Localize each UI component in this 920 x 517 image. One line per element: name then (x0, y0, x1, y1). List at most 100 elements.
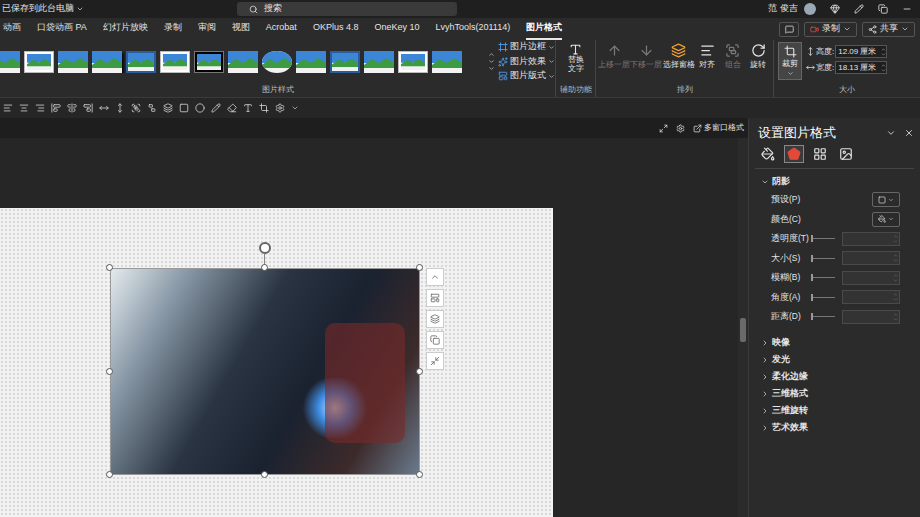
gallery-scroll[interactable] (486, 51, 496, 72)
toolbar-icon[interactable] (147, 103, 157, 113)
customize-icon[interactable] (291, 104, 299, 112)
float-button[interactable] (426, 352, 444, 370)
style-thumbnail[interactable] (160, 51, 190, 73)
slider-thumb[interactable] (811, 255, 813, 262)
style-thumbnail[interactable] (262, 51, 292, 73)
resize-handle[interactable] (106, 368, 113, 375)
ribbon-tab[interactable]: 幻灯片放映 (103, 18, 148, 40)
slider[interactable] (811, 274, 835, 281)
style-button[interactable]: 图片边框 (498, 40, 555, 54)
toolbar-icon[interactable] (211, 103, 221, 113)
search-box[interactable]: 搜索 (237, 2, 457, 16)
scroll-up-icon[interactable] (488, 51, 495, 58)
ribbon-tab[interactable]: 审阅 (198, 18, 216, 40)
style-thumbnail[interactable] (92, 51, 122, 73)
resize-handle[interactable] (416, 471, 423, 478)
crop-button[interactable]: 裁剪 (778, 42, 802, 80)
rotate-handle[interactable] (259, 242, 271, 254)
slide[interactable] (0, 208, 553, 517)
more-icon[interactable] (488, 65, 495, 72)
save-status[interactable]: 已保存到此台电脑 (0, 2, 237, 16)
premium-icon[interactable] (830, 4, 840, 14)
toolbar-icon[interactable] (275, 103, 285, 113)
float-button[interactable] (426, 268, 444, 286)
section-header[interactable]: 三维旋转 (749, 403, 920, 420)
toolbar-icon[interactable] (99, 103, 109, 113)
fit-icon[interactable] (659, 124, 668, 133)
ribbon-tab[interactable]: LvyhTools(201114) (435, 18, 510, 40)
style-thumbnail[interactable] (398, 51, 428, 73)
style-thumbnail[interactable] (194, 51, 224, 73)
toolbar-icon[interactable] (195, 103, 205, 113)
slider[interactable] (811, 313, 835, 320)
toolbar-icon[interactable] (115, 103, 125, 113)
spin-up-icon[interactable] (881, 63, 886, 68)
close-icon[interactable] (904, 128, 914, 138)
arrange-button[interactable]: 对齐 (695, 43, 720, 71)
style-button[interactable]: 图片效果 (498, 55, 555, 69)
panel-options-icon[interactable] (886, 128, 896, 138)
style-thumbnail[interactable] (296, 51, 326, 73)
arrange-button[interactable]: 选择窗格 (663, 43, 695, 71)
section-header[interactable]: 柔化边缘 (749, 369, 920, 386)
ribbon-tab[interactable]: 视图 (232, 18, 250, 40)
float-button[interactable] (426, 289, 444, 307)
style-thumbnail[interactable] (228, 51, 258, 73)
size-input[interactable]: 18.13 厘米 (835, 61, 887, 74)
toolbar-icon[interactable] (51, 103, 61, 113)
slider-thumb[interactable] (811, 235, 813, 242)
scroll-down-icon[interactable] (488, 58, 495, 65)
spin-down-icon[interactable] (881, 68, 886, 73)
arrange-button[interactable]: 下移一层 (630, 43, 662, 71)
size-input[interactable]: 12.09 厘米 (835, 45, 887, 58)
toolbar-icon[interactable] (131, 103, 141, 113)
panel-tab[interactable] (810, 145, 830, 163)
record-button[interactable]: 录制 (804, 22, 857, 37)
style-thumbnail[interactable] (126, 51, 156, 73)
alt-text-button[interactable]: 替换文字 (556, 40, 595, 83)
panel-tab[interactable] (784, 145, 804, 163)
toolbar-icon[interactable] (179, 103, 189, 113)
section-header[interactable]: 发光 (749, 352, 920, 369)
slider[interactable] (811, 255, 835, 262)
spin-up-icon[interactable] (881, 47, 886, 52)
section-header[interactable]: 映像 (749, 335, 920, 352)
ribbon-tab[interactable]: 录制 (164, 18, 182, 40)
comments-button[interactable] (779, 22, 799, 37)
toolbar-icon[interactable] (163, 103, 173, 113)
arrange-button[interactable]: 组合 (720, 43, 745, 71)
toolbar-icon[interactable] (227, 103, 237, 113)
toolbar-icon[interactable] (67, 103, 77, 113)
ribbon-tab[interactable]: OKPlus 4.8 (313, 18, 359, 40)
vertical-scrollbar[interactable] (738, 138, 748, 517)
panel-tab[interactable] (758, 145, 778, 163)
share-button[interactable]: 共享 (862, 22, 915, 37)
slider-thumb[interactable] (811, 313, 813, 320)
float-button[interactable] (426, 331, 444, 349)
ribbon-tab[interactable]: OneKey 10 (374, 18, 419, 40)
color-dropdown[interactable] (872, 212, 900, 227)
multi-window-button[interactable]: 多窗口格式 (693, 122, 744, 134)
slider[interactable] (811, 235, 835, 242)
toolbar-icon[interactable] (19, 103, 29, 113)
spin-down-icon[interactable] (881, 52, 886, 57)
arrange-button[interactable]: 上移一层 (598, 43, 630, 71)
resize-handle[interactable] (106, 471, 113, 478)
toolbar-icon[interactable] (3, 103, 13, 113)
ribbon-tab[interactable]: 图片格式 (526, 18, 562, 40)
slider-thumb[interactable] (811, 294, 813, 301)
slider-thumb[interactable] (811, 274, 813, 281)
ribbon-tab[interactable]: 口袋动画 PA (37, 18, 87, 40)
photo[interactable] (110, 268, 420, 475)
style-thumbnail[interactable] (24, 51, 54, 73)
panel-tab[interactable] (836, 145, 856, 163)
float-button[interactable] (426, 310, 444, 328)
toolbar-icon[interactable] (259, 103, 269, 113)
user-name[interactable]: 范 俊吉 (768, 2, 798, 16)
restore-icon[interactable] (878, 4, 888, 14)
resize-handle[interactable] (416, 368, 423, 375)
resize-handle[interactable] (416, 264, 423, 271)
section-header[interactable]: 三维格式 (749, 386, 920, 403)
style-thumbnail[interactable] (58, 51, 88, 73)
resize-handle[interactable] (261, 264, 268, 271)
